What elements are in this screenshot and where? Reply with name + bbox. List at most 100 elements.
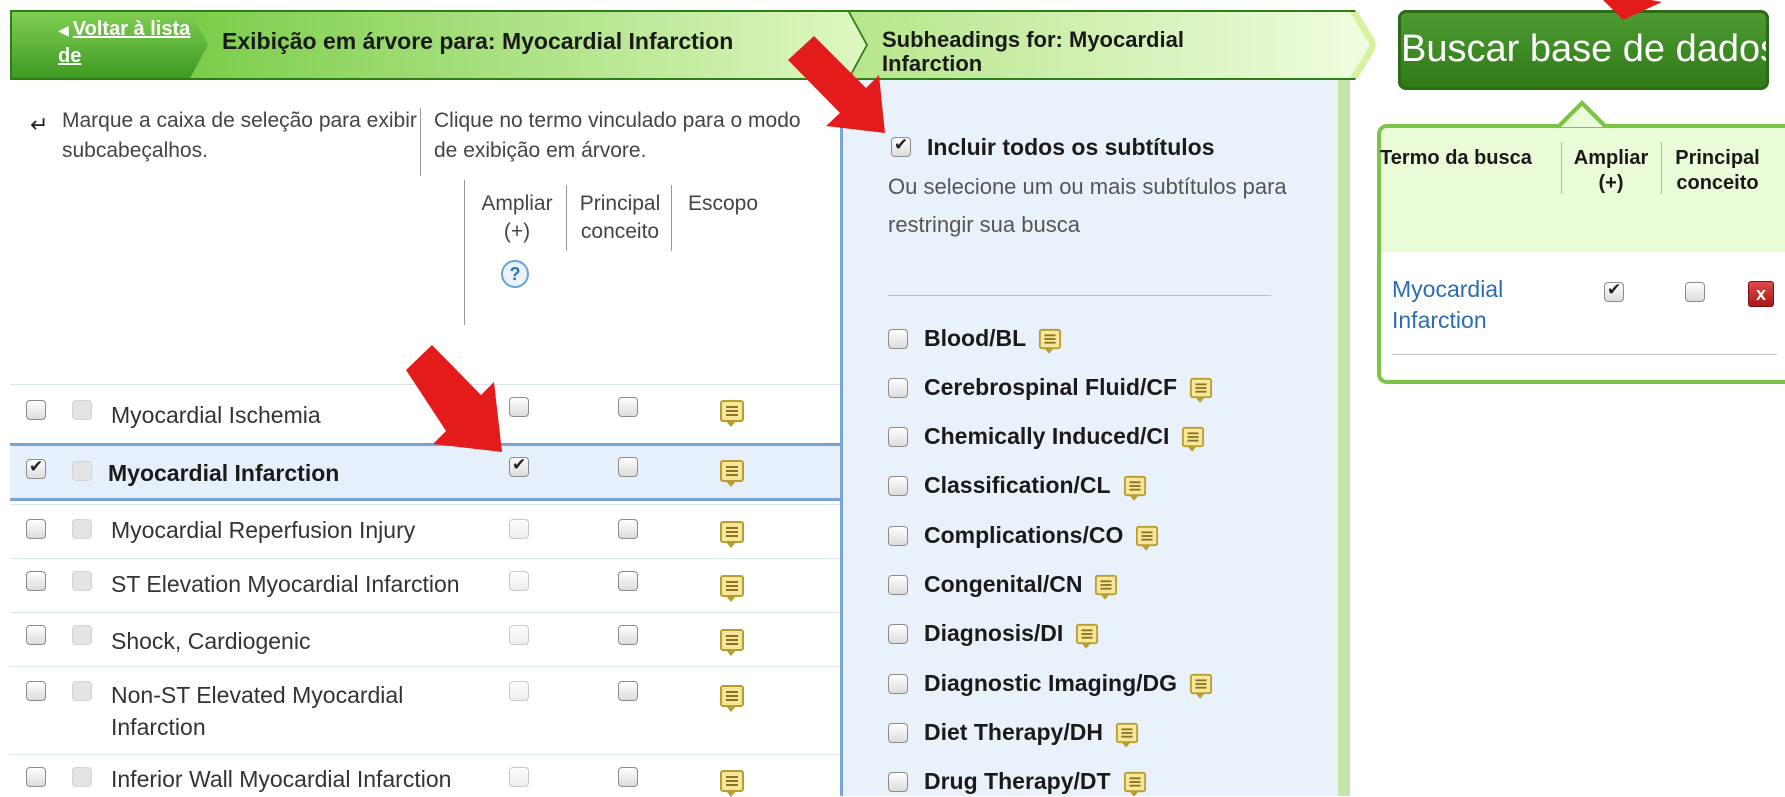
- expand-checkbox[interactable]: [509, 397, 529, 417]
- subheading-label: Complications/CO: [924, 522, 1124, 548]
- subheading-checkbox[interactable]: [888, 624, 908, 644]
- include-all-checkbox[interactable]: [891, 135, 911, 157]
- term-label[interactable]: Myocardial Reperfusion Injury: [111, 514, 415, 546]
- term-checkbox[interactable]: [26, 519, 46, 539]
- scope-note-icon[interactable]: [1189, 673, 1213, 699]
- subheading-item[interactable]: Complications/CO: [888, 521, 1159, 557]
- term-checkbox[interactable]: [26, 681, 46, 701]
- scope-note-icon[interactable]: [720, 400, 744, 427]
- subheading-checkbox[interactable]: [888, 378, 908, 398]
- scope-note-icon[interactable]: [1115, 722, 1138, 748]
- subheading-item[interactable]: Classification/CL: [888, 471, 1147, 507]
- column-separator: [1661, 142, 1662, 194]
- term-label[interactable]: Myocardial Infarction: [108, 457, 339, 489]
- scope-note-icon[interactable]: [720, 460, 744, 487]
- term-secondary-checkbox: [72, 461, 92, 481]
- column-separator: [566, 185, 567, 251]
- instructions-divider: [420, 108, 421, 176]
- subheading-checkbox[interactable]: [888, 723, 908, 743]
- search-term-link[interactable]: Myocardial Infarction: [1392, 274, 1572, 336]
- subheading-item[interactable]: Diet Therapy/DH: [888, 718, 1139, 754]
- term-checkbox[interactable]: [26, 625, 46, 645]
- subheading-checkbox[interactable]: [888, 575, 908, 595]
- search-main-checkbox[interactable]: [1685, 282, 1705, 302]
- term-secondary-checkbox: [72, 767, 92, 787]
- header-banner: ◀ Voltar à lista de Exibição em árvore pa…: [10, 10, 1375, 80]
- main-concept-checkbox[interactable]: [618, 681, 638, 701]
- column-header-main: Principal conceito: [1675, 147, 1760, 194]
- main-concept-checkbox[interactable]: [618, 767, 638, 787]
- column-header-search-term: Termo da busca: [1380, 147, 1532, 169]
- scope-note-icon[interactable]: [720, 629, 744, 656]
- subheading-checkbox[interactable]: [888, 526, 908, 546]
- term-label[interactable]: Non-ST Elevated Myocardial Infarction: [111, 679, 451, 743]
- main-concept-checkbox[interactable]: [618, 571, 638, 591]
- term-secondary-checkbox: [72, 681, 92, 701]
- scope-note-icon[interactable]: [1123, 475, 1146, 501]
- subheading-item[interactable]: Cerebrospinal Fluid/CF: [888, 373, 1213, 409]
- scope-note-icon[interactable]: [1076, 623, 1099, 649]
- scope-note-icon[interactable]: [720, 685, 744, 712]
- scope-note-icon[interactable]: [720, 770, 744, 797]
- subheading-label: Congenital/CN: [924, 571, 1083, 597]
- subheading-checkbox[interactable]: [888, 674, 908, 694]
- include-all-label[interactable]: Incluir todos os subtítulos: [927, 134, 1215, 161]
- term-secondary-checkbox: [72, 400, 92, 420]
- subheading-checkbox[interactable]: [888, 329, 908, 349]
- subheadings-divider: [888, 295, 1271, 296]
- subheading-label: Drug Therapy/DT: [924, 768, 1111, 794]
- scope-note-icon[interactable]: [1095, 574, 1118, 600]
- term-secondary-checkbox: [72, 625, 92, 645]
- column-separator: [671, 185, 672, 251]
- term-secondary-checkbox: [72, 519, 92, 539]
- back-to-list-link[interactable]: ◀ Voltar à lista de: [58, 16, 208, 72]
- subheading-item[interactable]: Congenital/CN: [888, 570, 1118, 606]
- term-label[interactable]: Inferior Wall Myocardial Infarction: [111, 763, 451, 795]
- main-concept-checkbox[interactable]: [618, 397, 638, 417]
- subheading-checkbox[interactable]: [888, 476, 908, 496]
- term-checkbox[interactable]: [26, 571, 46, 591]
- scope-note-icon[interactable]: [1123, 771, 1146, 796]
- scope-note-icon[interactable]: [720, 575, 744, 602]
- back-link-label: Voltar à lista de: [58, 18, 191, 67]
- expand-checkbox[interactable]: [509, 455, 529, 477]
- term-checkbox[interactable]: [26, 767, 46, 787]
- subheading-checkbox[interactable]: [888, 427, 908, 447]
- main-concept-checkbox[interactable]: [618, 457, 638, 477]
- term-row-selected: Myocardial Infarction: [10, 443, 840, 501]
- help-icon[interactable]: ?: [501, 260, 529, 288]
- subheading-item[interactable]: Chemically Induced/CI: [888, 422, 1205, 458]
- term-checkbox[interactable]: [26, 400, 46, 420]
- main-concept-checkbox[interactable]: [618, 519, 638, 539]
- column-header-main: Principal conceito: [579, 192, 661, 243]
- subheadings-panel-edge: [1338, 80, 1350, 796]
- main-concept-checkbox[interactable]: [618, 625, 638, 645]
- search-expand-checkbox[interactable]: [1604, 280, 1624, 302]
- term-label[interactable]: ST Elevation Myocardial Infarction: [111, 568, 460, 600]
- tree-divider: [464, 180, 465, 325]
- scope-note-icon[interactable]: [1136, 525, 1159, 551]
- scope-note-icon[interactable]: [1039, 328, 1062, 354]
- expand-checkbox: [509, 571, 529, 591]
- subheading-item[interactable]: Diagnosis/DI: [888, 619, 1099, 655]
- remove-term-icon[interactable]: x: [1748, 281, 1774, 307]
- term-row: Inferior Wall Myocardial Infarction: [10, 754, 840, 797]
- subheading-item[interactable]: Blood/BL: [888, 324, 1062, 360]
- search-database-button[interactable]: Buscar base de dados: [1398, 10, 1769, 90]
- scope-note-icon[interactable]: [1182, 426, 1205, 452]
- back-triangle-icon: ◀: [58, 22, 69, 38]
- scope-note-icon[interactable]: [1189, 377, 1213, 403]
- subheadings-description: Ou selecione um ou mais subtítulos para …: [888, 174, 1287, 237]
- term-row: ST Elevation Myocardial Infarction: [10, 558, 840, 612]
- scope-note-icon[interactable]: [720, 521, 744, 548]
- tree-view-title: Exibição em árvore para: Myocardial Infa…: [222, 28, 734, 54]
- term-label[interactable]: Myocardial Ischemia: [111, 399, 321, 431]
- search-card-divider: [1392, 354, 1777, 355]
- term-label[interactable]: Shock, Cardiogenic: [111, 625, 310, 657]
- subheadings-title: Subheadings for: Myocardial Infarction: [882, 27, 1184, 76]
- corner-arrow-icon: ↵: [30, 112, 49, 137]
- subheading-item[interactable]: Drug Therapy/DT: [888, 767, 1147, 796]
- term-checkbox[interactable]: [26, 457, 46, 479]
- subheading-item[interactable]: Diagnostic Imaging/DG: [888, 669, 1213, 705]
- subheading-checkbox[interactable]: [888, 772, 908, 792]
